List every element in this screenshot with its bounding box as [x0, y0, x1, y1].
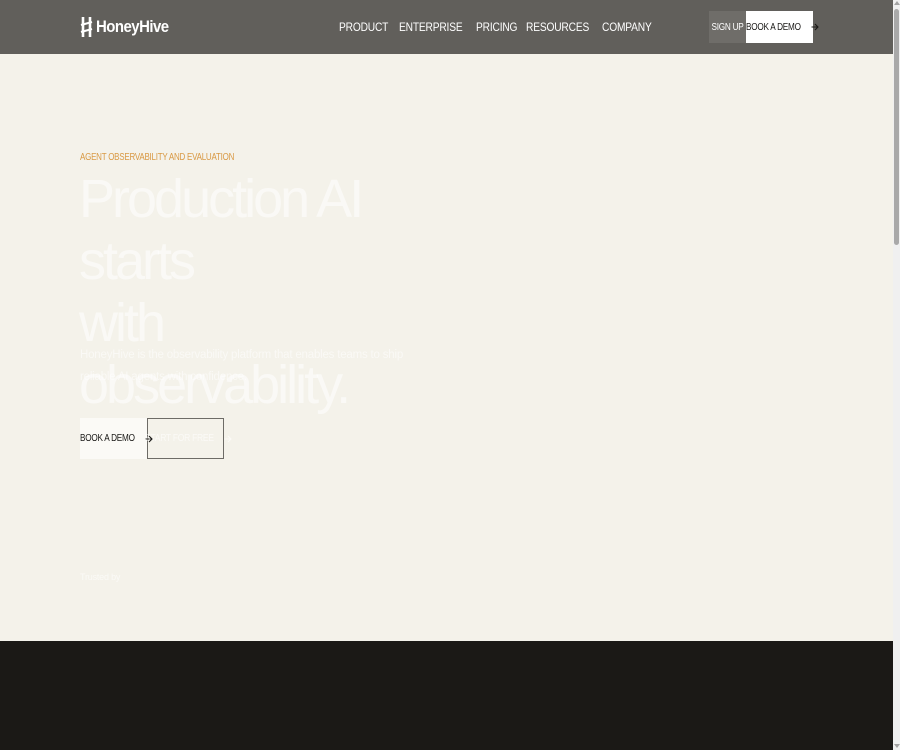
arrow-right-icon [811, 23, 819, 31]
nav-item-enterprise[interactable]: ENTERPRISE [399, 20, 463, 34]
nav-item-product[interactable]: PRODUCT [339, 20, 388, 34]
hero-subtext: HoneyHive is the observability platform … [80, 349, 404, 383]
main-nav: PRODUCT ENTERPRISE PRICING RESOURCES COM… [339, 20, 655, 34]
nav-item-pricing[interactable]: PRICING [476, 20, 517, 34]
scroll-down-icon[interactable] [894, 744, 900, 748]
start-free-button[interactable]: START FOR FREE [145, 418, 232, 459]
dark-section [0, 641, 893, 750]
logo[interactable]: HoneyHive [80, 16, 178, 38]
scroll-up-icon[interactable] [894, 1, 900, 5]
hero-eyebrow: AGENT OBSERVABILITY AND EVALUATION [80, 152, 235, 163]
start-free-label: START FOR FREE [145, 433, 214, 444]
top-navbar: HoneyHive PRODUCT ENTERPRISE PRICING RES… [0, 0, 893, 54]
sign-up-button[interactable]: SIGN UP [709, 11, 746, 43]
header-book-demo-label: BOOK A DEMO [746, 21, 801, 33]
arrow-right-icon [224, 435, 232, 442]
honeyhive-logo-icon [80, 17, 93, 37]
header-book-demo-button[interactable]: BOOK A DEMO [746, 11, 819, 43]
sign-up-label: SIGN UP [711, 21, 744, 33]
nav-item-company[interactable]: COMPANY [602, 20, 652, 34]
hero-book-demo-label: BOOK A DEMO [80, 433, 135, 444]
scrollbar-thumb[interactable] [894, 9, 899, 245]
nav-item-resources[interactable]: RESOURCES [526, 20, 589, 34]
hero-headline-line-1: Production AI starts [79, 169, 364, 291]
trusted-by-label: Trusted by [80, 572, 121, 582]
page: HoneyHive PRODUCT ENTERPRISE PRICING RES… [0, 0, 893, 750]
page-scrollbar[interactable] [893, 0, 900, 750]
logo-text: HoneyHive [96, 17, 169, 36]
hero-book-demo-button[interactable]: BOOK A DEMO [80, 418, 153, 459]
